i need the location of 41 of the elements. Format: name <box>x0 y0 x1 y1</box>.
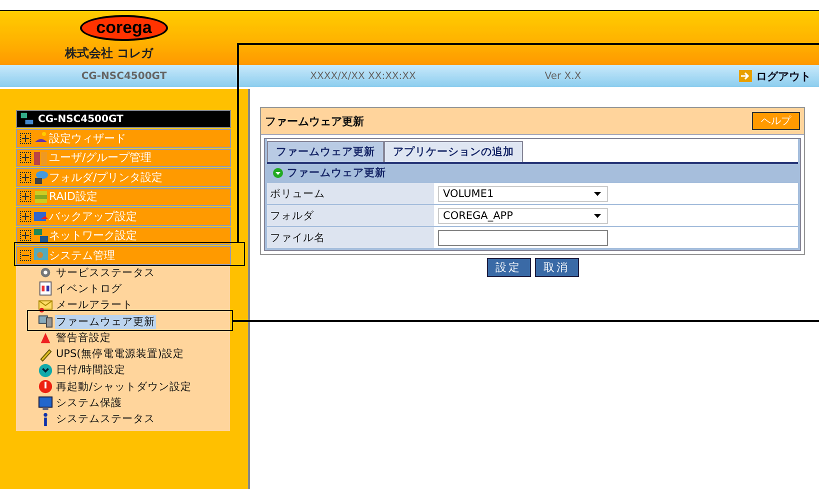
caret-icon <box>594 192 601 196</box>
network-icon <box>33 228 49 244</box>
logout-link[interactable]: ログアウト <box>739 68 811 84</box>
caret-icon <box>594 214 601 218</box>
envelope-icon <box>38 298 53 313</box>
model-name: CG-NSC4500GT <box>80 70 168 82</box>
field-label: フォルダ <box>267 205 434 226</box>
dropdown[interactable]: COREGA_APP <box>438 208 608 224</box>
company-name: 株式会社 コレガ <box>64 45 154 62</box>
menu-item[interactable]: メールアラート <box>38 297 230 314</box>
logo: corega <box>80 15 168 41</box>
input-field[interactable] <box>438 230 608 246</box>
panel-title: ファームウェア更新 <box>265 114 364 128</box>
action-button[interactable]: 設定 <box>486 258 530 277</box>
menu-item[interactable]: システムステータス <box>38 411 230 428</box>
menu-item[interactable]: サービスステータス <box>38 264 230 281</box>
disk-stack-icon <box>33 188 49 205</box>
clock-icon <box>38 362 53 378</box>
device-root[interactable]: CG-NSC4500GT <box>16 110 231 128</box>
tab[interactable]: アプリケーションの追加 <box>384 141 523 162</box>
computer-icon <box>20 112 34 126</box>
dropdown[interactable]: VOLUME1 <box>438 186 608 202</box>
menu-item[interactable]: イベントログ <box>38 280 230 298</box>
arrow-icon <box>739 70 752 82</box>
date-time: XXXX/X/XX XX:XX:XX <box>309 70 417 82</box>
field-label: ファイル名 <box>267 227 434 248</box>
menu-item[interactable]: システム保護 <box>38 394 230 412</box>
field-label: ボリューム <box>267 183 434 204</box>
menu-item[interactable]: ファームウェア更新 <box>38 313 230 330</box>
menu-item[interactable]: 再起動/シャットダウン設定 <box>38 378 230 395</box>
action-button[interactable]: 取消 <box>534 258 578 277</box>
power-icon <box>38 379 53 394</box>
menu-item[interactable]: 日付/時間設定 <box>38 362 230 379</box>
menu-item[interactable]: 警告音設定 <box>38 330 230 346</box>
monitor-icon <box>38 396 53 411</box>
computer-icon <box>38 314 53 330</box>
tab[interactable]: ファームウェア更新 <box>267 141 384 162</box>
document-icon <box>38 281 53 296</box>
section-title: ファームウェア更新 <box>287 166 386 180</box>
menu-item[interactable]: UPS(無停電電源装置)設定 <box>38 346 230 362</box>
version-text: Ver X.X <box>544 70 582 82</box>
